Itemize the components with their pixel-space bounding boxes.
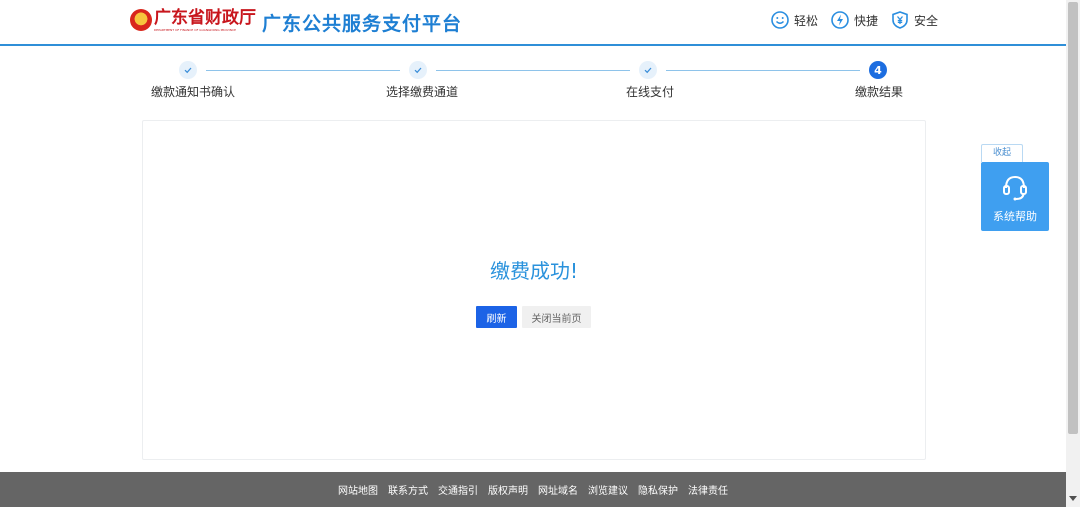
step-done-icon	[179, 61, 197, 79]
step-label-confirm: 缴款通知书确认	[151, 85, 236, 99]
result-card: 缴费成功! 刷新 关闭当前页	[142, 120, 926, 460]
footer-link-contact[interactable]: 联系方式	[388, 482, 428, 497]
feature-easy: 轻松	[770, 10, 818, 30]
close-page-button[interactable]: 关闭当前页	[522, 306, 591, 328]
logo-text: 广东省财政厅	[154, 8, 256, 28]
national-emblem-icon	[130, 9, 152, 31]
scroll-down-arrow-icon[interactable]	[1069, 496, 1077, 501]
vertical-scrollbar[interactable]	[1066, 0, 1080, 507]
collapse-help-button[interactable]: 收起	[981, 144, 1023, 162]
step-connector	[206, 70, 400, 71]
platform-title: 广东公共服务支付平台	[262, 13, 463, 35]
lightning-icon	[831, 11, 849, 29]
step-label-channel: 选择缴费通道	[386, 85, 459, 99]
logo-subtext: DEPARTMENT OF FINANCE OF GUANGDONG PROVI…	[154, 28, 236, 32]
success-message: 缴费成功!	[489, 259, 579, 283]
step-connector	[436, 70, 630, 71]
help-label: 系统帮助	[993, 210, 1037, 223]
step-done-icon	[639, 61, 657, 79]
footer-link-sitemap[interactable]: 网站地图	[338, 482, 378, 497]
smile-icon	[771, 11, 789, 29]
step-label-result: 缴款结果	[855, 85, 904, 99]
scrollbar-thumb[interactable]	[1068, 2, 1078, 434]
progress-steps: 4 缴款通知书确认 选择缴费通道 在线支付 缴款结果	[0, 60, 1066, 100]
system-help-button[interactable]: 系统帮助	[981, 162, 1049, 231]
step-connector	[666, 70, 860, 71]
step-number-badge: 4	[869, 61, 887, 79]
feature-safe: 安全	[890, 10, 938, 30]
feature-label: 轻松	[793, 13, 818, 28]
feature-label: 快捷	[853, 13, 878, 28]
footer: 网站地图 联系方式 交通指引 版权声明 网址域名 浏览建议 隐私保护 法律责任	[0, 472, 1066, 507]
refresh-button[interactable]: 刷新	[476, 306, 517, 328]
footer-link-legal[interactable]: 法律责任	[688, 482, 728, 497]
step-done-icon	[409, 61, 427, 79]
footer-link-domain[interactable]: 网址域名	[538, 482, 578, 497]
feature-list: 轻松 快捷 安全	[770, 10, 938, 30]
footer-link-directions[interactable]: 交通指引	[438, 482, 478, 497]
step-label-pay: 在线支付	[626, 85, 675, 99]
feature-fast: 快捷	[830, 10, 878, 30]
logo[interactable]: 广东省财政厅 DEPARTMENT OF FINANCE OF GUANGDON…	[130, 8, 256, 32]
shield-yen-icon	[892, 11, 908, 29]
footer-link-privacy[interactable]: 隐私保护	[638, 482, 678, 497]
feature-label: 安全	[913, 13, 938, 28]
footer-link-copyright[interactable]: 版权声明	[488, 482, 528, 497]
footer-link-browser[interactable]: 浏览建议	[588, 482, 628, 497]
headset-icon	[1003, 175, 1027, 201]
header: 广东省财政厅 DEPARTMENT OF FINANCE OF GUANGDON…	[0, 0, 1066, 46]
